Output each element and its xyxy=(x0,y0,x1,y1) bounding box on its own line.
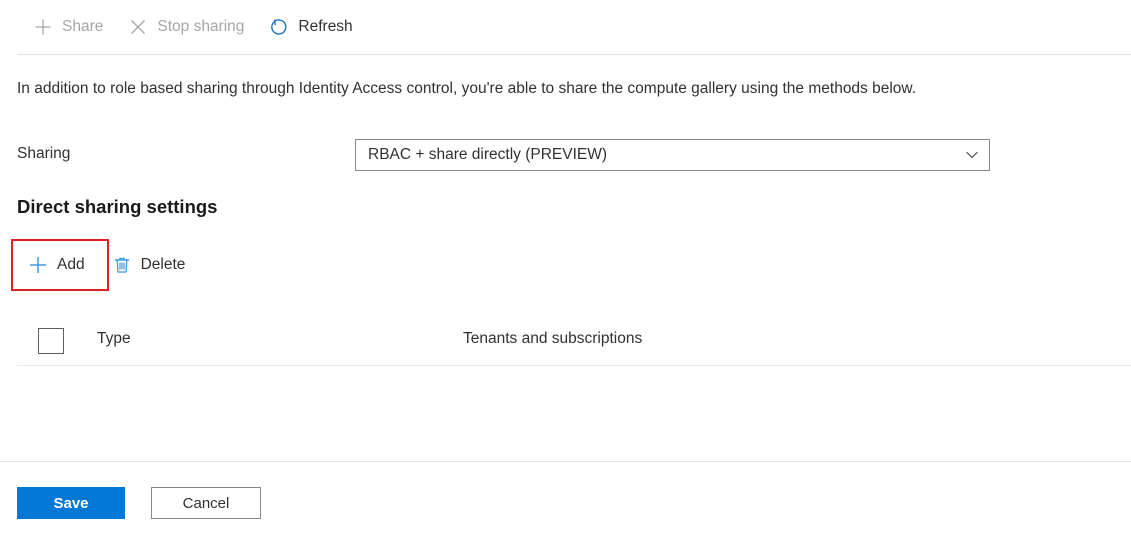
sharing-label: Sharing xyxy=(17,145,71,162)
table-header-row: Type Tenants and subscriptions xyxy=(17,318,1131,366)
share-button-label: Share xyxy=(62,18,104,35)
delete-button[interactable]: Delete xyxy=(101,245,200,285)
column-header-tenants-and-subscriptions: Tenants and subscriptions xyxy=(463,330,643,347)
cancel-button[interactable]: Cancel xyxy=(151,487,261,519)
add-button[interactable]: Add xyxy=(17,245,99,285)
delete-button-label: Delete xyxy=(140,256,186,273)
description-text: In addition to role based sharing throug… xyxy=(17,80,917,97)
stop-sharing-button-label: Stop sharing xyxy=(157,18,245,35)
refresh-icon xyxy=(266,14,292,40)
sharing-row: Sharing RBAC + share directly (PREVIEW) xyxy=(17,139,1117,171)
save-button[interactable]: Save xyxy=(17,487,125,519)
sharing-dropdown-value: RBAC + share directly (PREVIEW) xyxy=(368,146,608,163)
plus-icon xyxy=(30,14,56,40)
select-all-checkbox[interactable] xyxy=(38,328,64,354)
add-button-label: Add xyxy=(57,256,85,273)
chevron-down-icon xyxy=(955,147,989,163)
share-button[interactable]: Share xyxy=(24,9,113,45)
footer-divider xyxy=(0,461,1131,462)
refresh-button[interactable]: Refresh xyxy=(260,9,362,45)
direct-sharing-settings-title: Direct sharing settings xyxy=(17,196,218,217)
footer-actions: Save Cancel xyxy=(17,487,261,519)
plus-icon xyxy=(25,252,51,278)
table-command-bar: Add Delete xyxy=(17,244,201,286)
command-bar-divider xyxy=(17,54,1131,55)
sharing-dropdown[interactable]: RBAC + share directly (PREVIEW) xyxy=(355,139,990,171)
refresh-button-label: Refresh xyxy=(298,18,353,35)
column-header-type: Type xyxy=(97,330,131,347)
table-body-empty xyxy=(17,367,1131,452)
trash-icon xyxy=(109,252,135,278)
stop-sharing-button[interactable]: Stop sharing xyxy=(119,9,254,45)
command-bar: Share Stop sharing Refresh xyxy=(0,0,1131,54)
close-x-icon xyxy=(125,14,151,40)
